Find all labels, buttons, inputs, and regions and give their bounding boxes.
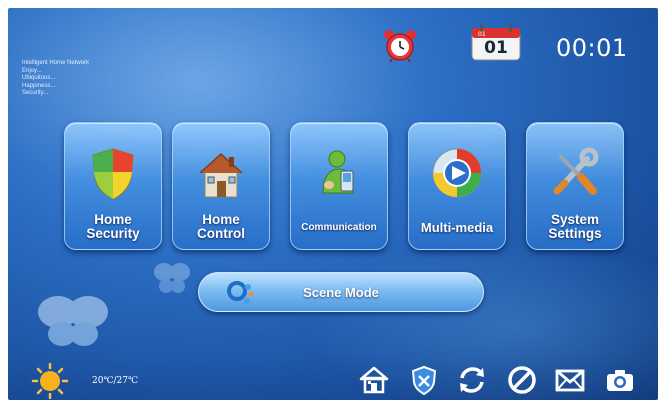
tile-home-security[interactable]: Home Security (64, 122, 162, 250)
house-icon (199, 153, 243, 198)
home-screen: Intelligent Home Network Enjoy... Ubiqui… (8, 8, 658, 400)
tagline-line: Intelligent Home Network (22, 60, 90, 66)
calendar-month-marker: 01 (478, 31, 486, 38)
temperature-range: 20℃/27℃ (92, 376, 139, 386)
shield-status-icon[interactable] (408, 364, 440, 396)
messenger-person-icon (322, 150, 354, 194)
tile-communication[interactable]: Communication (290, 122, 388, 250)
media-player-icon (432, 148, 482, 198)
tile-label: Communication (301, 222, 377, 233)
tools-icon (553, 147, 599, 195)
tile-multimedia[interactable]: Multi-media (408, 122, 506, 250)
tile-home-control[interactable]: Home Control (172, 122, 270, 250)
calendar-day: 01 (484, 38, 508, 58)
tile-label-text: Home Security (86, 212, 140, 241)
tile-label-text: Home Control (197, 212, 245, 241)
scene-mode-label: Scene Mode (303, 285, 379, 300)
sync-icon[interactable] (456, 364, 488, 396)
tagline-line: Ubiquitous... (22, 75, 56, 82)
tagline-line: Security... (22, 90, 49, 97)
tile-label-text: System Settings (548, 212, 602, 241)
tile-label: Home Control (173, 213, 269, 241)
clock-time: 00:01 (556, 34, 628, 62)
tile-label: System Settings (527, 213, 623, 241)
shield-icon (92, 148, 134, 200)
butterfly-decoration (38, 296, 108, 346)
butterfly-decoration (154, 263, 190, 293)
alarm-clock-icon[interactable] (382, 28, 418, 62)
tagline-line: Happiness... (22, 82, 56, 89)
prohibited-icon[interactable] (506, 364, 538, 396)
sun-icon (31, 363, 69, 399)
mail-icon[interactable] (554, 364, 586, 396)
tile-label: Multi-media (420, 220, 494, 235)
tile-system-settings[interactable]: System Settings (526, 122, 624, 250)
home-icon[interactable] (358, 364, 390, 396)
calendar-widget[interactable]: 01 01 (470, 23, 522, 61)
scene-mode-button[interactable]: Scene Mode (198, 272, 484, 312)
tagline: Intelligent Home Network Enjoy... Ubiqui… (22, 60, 89, 98)
tile-label: Home Security (65, 213, 161, 241)
camera-icon[interactable] (604, 364, 636, 396)
tagline-line: Enjoy... (22, 67, 42, 74)
